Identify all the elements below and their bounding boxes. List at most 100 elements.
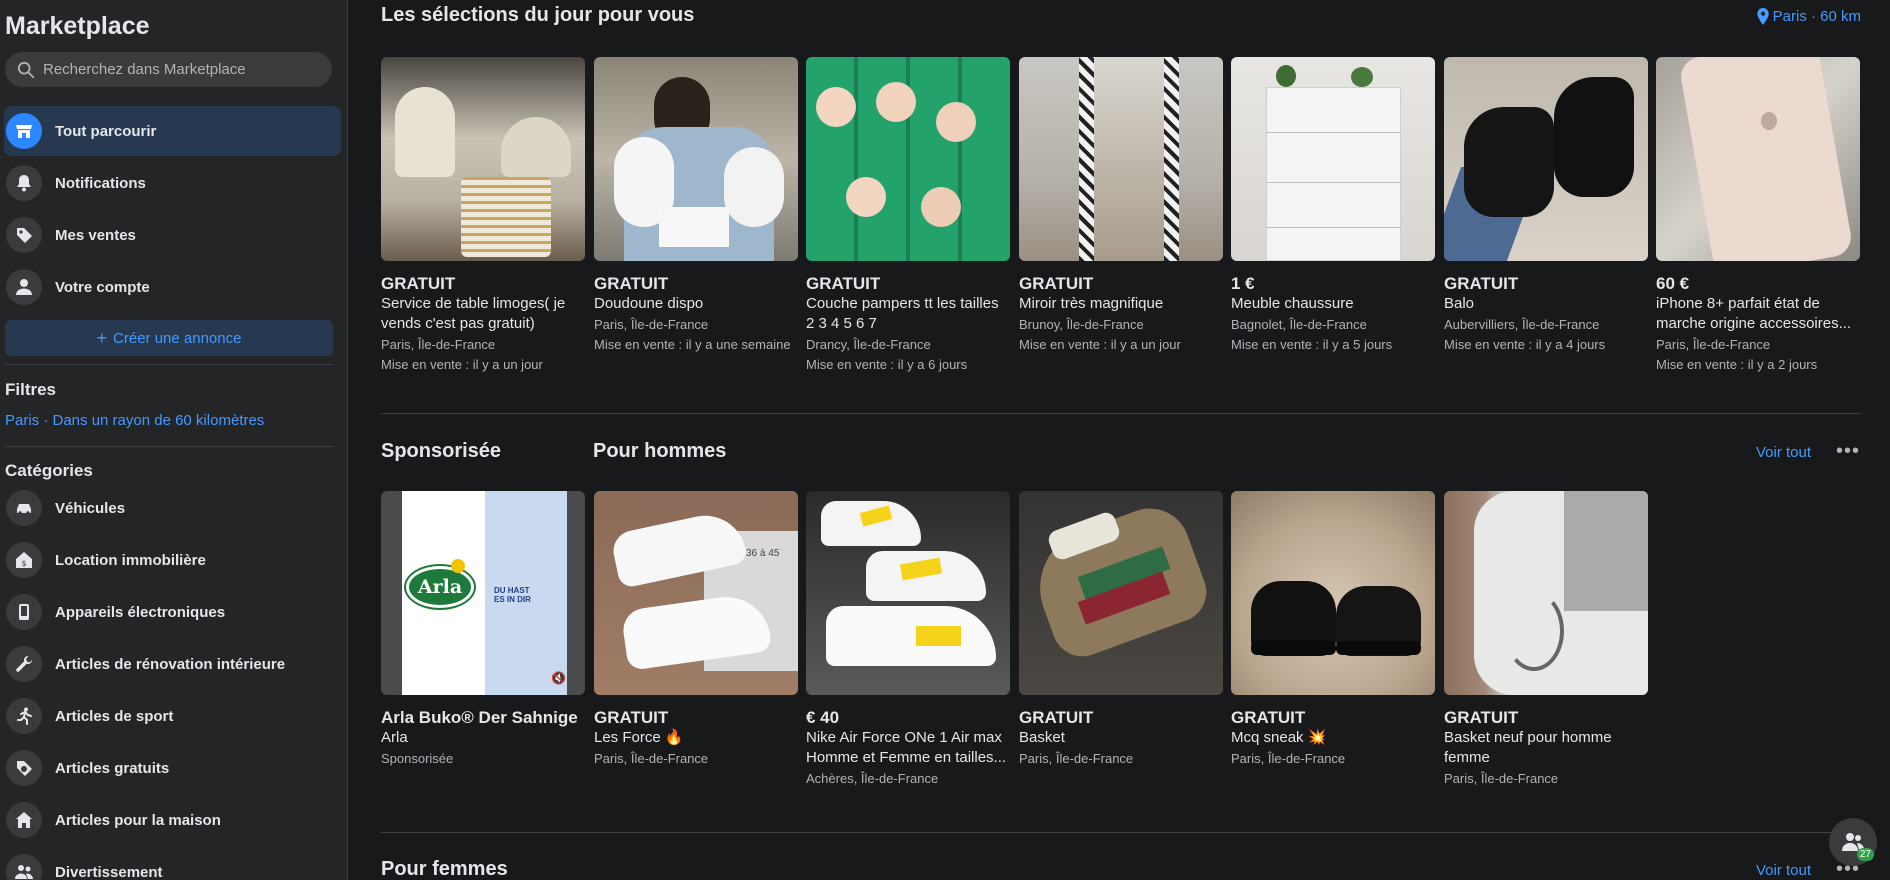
listing-photo [806,491,1010,695]
listing-city: Brunoy, Île-de-France [1019,317,1144,332]
category-entertainment[interactable]: Divertissement [4,847,341,880]
listing-photo [806,57,1010,261]
listing-city: Paris, Île-de-France [1656,337,1771,352]
listing-card[interactable]: GRATUIT Service de table limoges( je ven… [381,57,585,375]
listing-city: Achères, Île-de-France [806,771,939,786]
listing-card[interactable]: GRATUIT Miroir très magnifique Brunoy, Î… [1019,57,1223,355]
listing-date: Mise en vente : il y a 5 jours [1231,337,1393,352]
person-icon [6,269,42,305]
nav-label: Votre compte [55,278,150,296]
listing-city: Paris, Île-de-France [1231,751,1346,766]
location-filter-link[interactable]: Paris · Dans un rayon de 60 kilomètres [5,412,264,429]
listing-card[interactable]: GRATUIT Balo Aubervilliers, Île-de-Franc… [1444,57,1648,355]
nav-item-my-sales[interactable]: Mes ventes [4,210,341,260]
contacts-button[interactable]: 27 [1829,818,1877,866]
map-pin-icon [1756,8,1769,25]
mute-icon[interactable]: 🔇 [551,671,566,685]
listing-card[interactable]: 1 € Meuble chaussure Bagnolet, Île-de-Fr… [1231,57,1435,355]
listing-card[interactable]: € 40 Nike Air Force ONe 1 Air max Homme … [806,491,1010,789]
listing-city: Paris, Île-de-France [1019,751,1134,766]
listing-price: GRATUIT [594,708,669,727]
category-free[interactable]: Articles gratuits [4,743,341,793]
listing-price: 60 € [1656,274,1690,293]
create-listing-button[interactable]: + Créer une annonce [5,320,333,356]
listing-title: Service de table limoges( je vends c'est… [381,295,566,332]
listing-photo [1019,491,1223,695]
ad-slogan-1: DU HAST [494,586,530,595]
listing-date: Mise en vente : il y a 6 jours [806,357,968,372]
listing-title: Basket neuf pour homme femme [1444,729,1612,766]
home-icon [6,802,42,838]
see-all-link[interactable]: Voir tout [1756,444,1811,461]
box-label: 36 à 45 [746,548,780,559]
listing-price: GRATUIT [1231,708,1306,727]
nav-label: Notifications [55,174,146,192]
svg-text:$: $ [21,559,26,568]
listing-card[interactable]: GRATUIT Couche pampers tt les tailles 2 … [806,57,1010,375]
listing-card[interactable]: GRATUIT Basket neuf pour homme femme Par… [1444,491,1648,789]
category-sports[interactable]: Articles de sport [4,691,341,741]
women-section-title: Pour femmes [381,858,508,880]
listing-price: GRATUIT [1019,274,1094,293]
listing-title: Mcq sneak 💥 [1231,729,1327,746]
sponsored-title: Sponsorisée [381,440,502,462]
listing-city: Paris, Île-de-France [381,337,496,352]
divider [5,446,333,447]
listing-price: GRATUIT [381,274,456,293]
listing-date: Mise en vente : il y a 2 jours [1656,357,1818,372]
category-label: Articles gratuits [55,759,170,777]
search-placeholder: Recherchez dans Marketplace [43,61,246,78]
category-home-improvement[interactable]: Articles de rénovation intérieure [4,639,341,689]
listing-city: Bagnolet, Île-de-France [1231,317,1367,332]
listing-card[interactable]: GRATUIT Basket Paris, Île-de-France [1019,491,1223,769]
section-divider [381,413,1861,414]
see-all-link[interactable]: Voir tout [1756,862,1811,879]
listing-city: Drancy, Île-de-France [806,337,931,352]
nav-item-browse-all[interactable]: Tout parcourir [4,106,341,156]
listing-title: Nike Air Force ONe 1 Air max Homme et Fe… [806,729,1007,766]
listing-city: Paris, Île-de-France [594,317,709,332]
listing-card[interactable]: GRATUIT Mcq sneak 💥 Paris, Île-de-France [1231,491,1435,769]
listing-photo [1019,57,1223,261]
listing-city: Paris, Île-de-France [1444,771,1559,786]
listing-city: Paris, Île-de-France [594,751,709,766]
listing-price: GRATUIT [594,274,669,293]
category-vehicles[interactable]: Véhicules [4,483,341,533]
ad-image: Arla DU HAST ES IN DIR 🔇 [381,491,585,695]
listing-title: Les Force 🔥 [594,729,684,746]
nav-item-notifications[interactable]: Notifications [4,158,341,208]
listing-card[interactable]: 60 € iPhone 8+ parfait état de marche or… [1656,57,1860,375]
category-label: Appareils électroniques [55,603,226,621]
listing-title: Doudoune dispo [594,295,704,312]
listing-price: GRATUIT [1444,708,1519,727]
phone-icon [6,594,42,630]
section-divider [381,832,1861,833]
more-options-icon[interactable]: ••• [1836,440,1860,463]
bell-icon [6,165,42,201]
listing-photo [594,57,798,261]
listing-card[interactable]: GRATUIT Doudoune dispo Paris, Île-de-Fra… [594,57,798,355]
listing-price: 1 € [1231,274,1255,293]
nav-item-account[interactable]: Votre compte [4,262,341,312]
wrench-icon [6,646,42,682]
daily-picks-title: Les sélections du jour pour vous [381,4,695,26]
listing-price: GRATUIT [1444,274,1519,293]
category-rentals[interactable]: $ Location immobilière [4,535,341,585]
people-icon [6,854,42,880]
listing-card[interactable]: 36 à 45 GRATUIT Les Force 🔥 Paris, Île-d… [594,491,798,769]
category-home-goods[interactable]: Articles pour la maison [4,795,341,845]
listing-photo [1444,57,1648,261]
category-electronics[interactable]: Appareils électroniques [4,587,341,637]
category-label: Divertissement [55,863,163,880]
filters-title: Filtres [5,380,57,399]
listing-photo [1656,57,1860,261]
listing-title: Balo [1444,295,1475,312]
listing-date: Mise en vente : il y a un jour [381,357,543,372]
free-tag-icon [6,750,42,786]
store-icon [6,113,42,149]
location-selector[interactable]: Paris · 60 km [1756,8,1861,25]
sponsored-ad-card[interactable]: Arla DU HAST ES IN DIR 🔇 Arla Buko® Der … [381,491,585,769]
listing-title: iPhone 8+ parfait état de marche origine… [1656,295,1852,332]
search-input[interactable]: Recherchez dans Marketplace [5,52,332,87]
listing-price: € 40 [806,708,840,727]
